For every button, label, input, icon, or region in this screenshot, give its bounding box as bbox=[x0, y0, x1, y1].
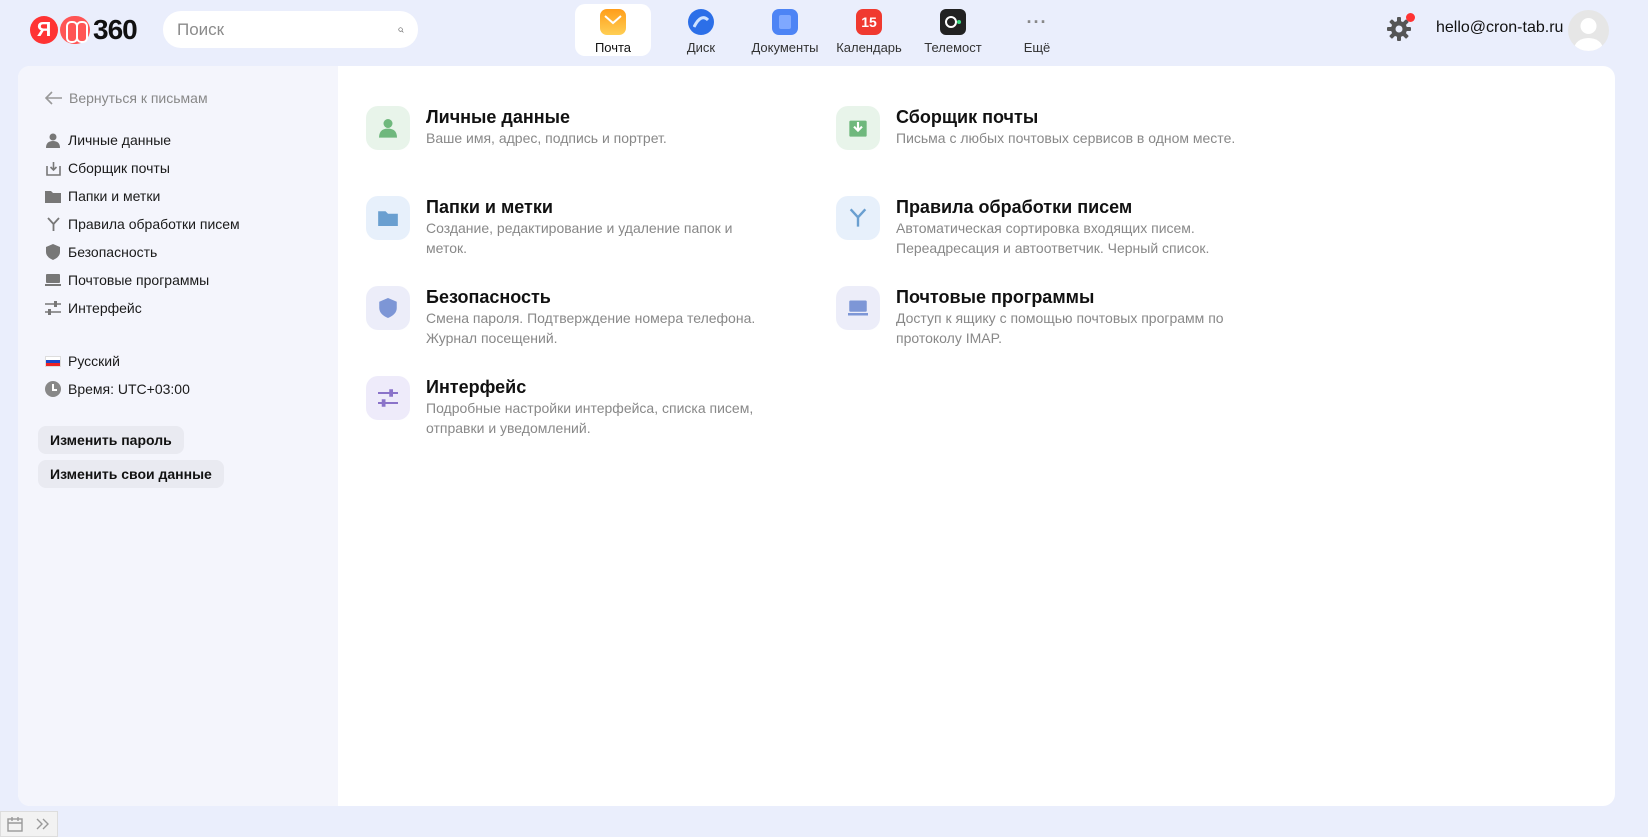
sliders-icon bbox=[366, 376, 410, 420]
user-email[interactable]: hello@cron-tab.ru bbox=[1436, 19, 1563, 37]
yandex360-logo[interactable]: Я 360 bbox=[30, 14, 138, 46]
language-label: Русский bbox=[68, 353, 120, 369]
tile-interface[interactable]: Интерфейс Подробные настройки интерфейса… bbox=[366, 376, 786, 438]
laptop-icon bbox=[45, 272, 61, 288]
tile-title: Безопасность bbox=[426, 287, 551, 307]
laptop-icon bbox=[836, 286, 880, 330]
sidebar-item-label: Правила обработки писем bbox=[68, 216, 240, 232]
change-data-button[interactable]: Изменить свои данные bbox=[38, 460, 224, 488]
mail-icon bbox=[600, 9, 626, 35]
notification-dot bbox=[1406, 13, 1415, 22]
tile-desc: Ваше имя, адрес, подпись и портрет. bbox=[426, 130, 667, 146]
filter-rules-icon bbox=[45, 216, 61, 232]
app-label: Календарь bbox=[836, 40, 902, 55]
sidebar-item-collector[interactable]: Сборщик почты bbox=[45, 154, 240, 182]
back-label: Вернуться к письмам bbox=[69, 90, 208, 106]
app-label: Документы bbox=[751, 40, 819, 55]
change-password-button[interactable]: Изменить пароль bbox=[38, 426, 184, 454]
app-label: Ещё bbox=[1023, 40, 1051, 55]
search-icon[interactable] bbox=[398, 20, 404, 40]
search-input[interactable] bbox=[177, 19, 398, 40]
inbox-download-icon bbox=[836, 106, 880, 150]
russia-flag-icon bbox=[45, 355, 61, 367]
chevrons-right-icon[interactable] bbox=[35, 817, 51, 831]
person-icon bbox=[366, 106, 410, 150]
inbox-download-icon bbox=[45, 160, 61, 176]
search-box bbox=[163, 11, 418, 48]
sidebar-item-label: Безопасность bbox=[68, 244, 158, 260]
settings-card: Вернуться к письмам Личные данные Сборщи… bbox=[18, 66, 1615, 806]
timezone-selector[interactable]: Время: UTC+03:00 bbox=[45, 375, 190, 403]
tile-personal[interactable]: Личные данные Ваше имя, адрес, подпись и… bbox=[366, 106, 806, 150]
tile-desc: Письма с любых почтовых сервисов в одном… bbox=[896, 130, 1236, 146]
person-icon bbox=[45, 132, 61, 148]
calendar-icon: 15 bbox=[856, 9, 882, 35]
sidebar-item-label: Сборщик почты bbox=[68, 160, 170, 176]
filter-rules-icon bbox=[836, 196, 880, 240]
sidebar: Вернуться к письмам Личные данные Сборщи… bbox=[18, 66, 338, 806]
logo-ya-mark: Я bbox=[30, 16, 58, 44]
tile-desc: Смена пароля. Подтверждение номера телеф… bbox=[426, 310, 756, 346]
tile-mail-programs[interactable]: Почтовые программы Доступ к ящику с помо… bbox=[836, 286, 1256, 348]
bottom-toolbar bbox=[0, 811, 58, 837]
tile-collector[interactable]: Сборщик почты Письма с любых почтовых се… bbox=[836, 106, 1296, 150]
app-more[interactable]: ··· Ещё bbox=[995, 4, 1079, 56]
app-switcher: Почта Диск Документы 15 Календарь Телемо… bbox=[575, 4, 1079, 56]
sidebar-item-label: Интерфейс bbox=[68, 300, 142, 316]
tile-title: Почтовые программы bbox=[896, 287, 1095, 307]
app-calendar[interactable]: 15 Календарь bbox=[827, 4, 911, 56]
back-to-mail-link[interactable]: Вернуться к письмам bbox=[45, 90, 208, 106]
settings-menu: Личные данные Сборщик почты Папки и метк… bbox=[45, 126, 240, 322]
app-label: Почта bbox=[594, 40, 632, 55]
logo-360-text: 360 bbox=[93, 14, 138, 45]
sliders-icon bbox=[45, 300, 61, 316]
app-mail[interactable]: Почта bbox=[575, 4, 651, 56]
shield-icon bbox=[45, 244, 61, 260]
tile-title: Сборщик почты bbox=[896, 107, 1039, 127]
more-icon: ··· bbox=[1026, 11, 1048, 32]
disk-icon bbox=[688, 9, 714, 35]
sidebar-item-label: Папки и метки bbox=[68, 188, 161, 204]
tile-desc: Подробные настройки интерфейса, списка п… bbox=[426, 400, 754, 436]
tile-rules[interactable]: Правила обработки писем Автоматическая с… bbox=[836, 196, 1256, 258]
app-telemost[interactable]: Телемост bbox=[911, 4, 995, 56]
clock-icon bbox=[45, 381, 61, 397]
app-label: Телемост bbox=[924, 40, 982, 55]
sidebar-item-folders[interactable]: Папки и метки bbox=[45, 182, 240, 210]
tile-desc: Доступ к ящику с помощью почтовых програ… bbox=[896, 310, 1224, 346]
top-bar: Я 360 Почта Диск Документы 15 Кал bbox=[0, 0, 1648, 62]
tile-folders[interactable]: Папки и метки Создание, редактирование и… bbox=[366, 196, 766, 258]
tile-title: Правила обработки писем bbox=[896, 197, 1133, 217]
tile-security[interactable]: Безопасность Смена пароля. Подтверждение… bbox=[366, 286, 786, 348]
folder-icon bbox=[45, 188, 61, 204]
locale-settings: Русский Время: UTC+03:00 bbox=[45, 347, 190, 403]
tile-desc: Автоматическая сортировка входящих писем… bbox=[896, 220, 1210, 256]
sidebar-item-label: Почтовые программы bbox=[68, 272, 210, 288]
docs-icon bbox=[772, 9, 798, 35]
calendar-toggle-icon[interactable] bbox=[7, 816, 23, 832]
logo-rings-mark bbox=[60, 16, 90, 44]
tile-desc: Создание, редактирование и удаление папо… bbox=[426, 220, 733, 256]
app-disk[interactable]: Диск bbox=[659, 4, 743, 56]
sidebar-item-personal[interactable]: Личные данные bbox=[45, 126, 240, 154]
app-docs[interactable]: Документы bbox=[743, 4, 827, 56]
tile-title: Интерфейс bbox=[426, 377, 527, 397]
shield-icon bbox=[366, 286, 410, 330]
app-label: Диск bbox=[686, 40, 716, 55]
folder-icon bbox=[366, 196, 410, 240]
timezone-label: Время: UTC+03:00 bbox=[68, 381, 190, 397]
avatar[interactable] bbox=[1568, 10, 1609, 51]
tile-title: Папки и метки bbox=[426, 197, 553, 217]
arrow-left-icon bbox=[45, 91, 62, 105]
sidebar-item-rules[interactable]: Правила обработки писем bbox=[45, 210, 240, 238]
sidebar-item-label: Личные данные bbox=[68, 132, 172, 148]
language-selector[interactable]: Русский bbox=[45, 347, 190, 375]
sidebar-item-interface[interactable]: Интерфейс bbox=[45, 294, 240, 322]
sidebar-item-mail-programs[interactable]: Почтовые программы bbox=[45, 266, 240, 294]
tile-title: Личные данные bbox=[426, 107, 570, 127]
sidebar-item-security[interactable]: Безопасность bbox=[45, 238, 240, 266]
telemost-icon bbox=[940, 9, 966, 35]
